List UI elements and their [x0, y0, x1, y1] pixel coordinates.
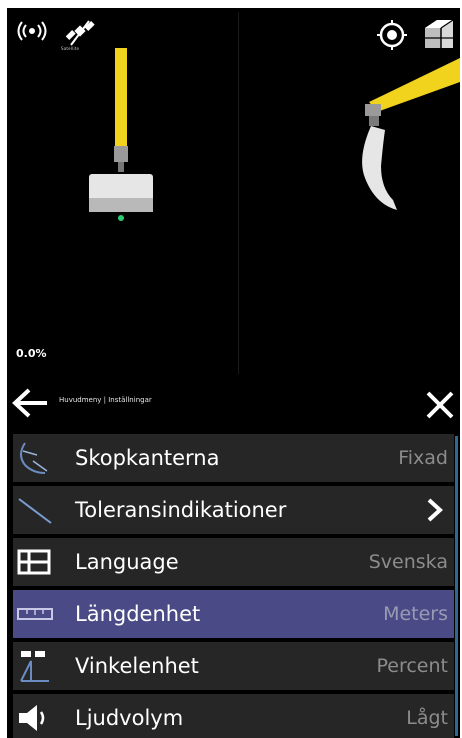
- menu-item-angle-unit[interactable]: Vinkelenhet Percent: [13, 642, 454, 690]
- scrollbar-thumb[interactable]: [455, 436, 458, 736]
- arrow-left-icon[interactable]: [11, 388, 49, 418]
- menu-item-value: Lågt: [406, 707, 448, 729]
- bucket-edge-icon: [20, 442, 48, 474]
- grade-percent-readout: 0.0%: [16, 347, 47, 360]
- breadcrumb: Huvudmeny | Inställningar: [59, 396, 152, 404]
- menu-item-label: Ljudvolym: [75, 706, 184, 730]
- satellite-caption: Satellite: [61, 46, 80, 51]
- menu-item-label: Längdenhet: [75, 602, 201, 626]
- language-table-icon: [17, 549, 51, 575]
- settings-list: Skopkanterna Fixad Toleransindikationer: [13, 434, 454, 738]
- angle-unit-icon: [20, 651, 49, 682]
- view-divider: [238, 12, 239, 374]
- menu-scrollbar[interactable]: [455, 436, 458, 736]
- menu-item-label: Skopkanterna: [75, 446, 220, 470]
- menu-item-value: Percent: [376, 655, 449, 677]
- 3d-view-icon[interactable]: [421, 16, 457, 52]
- bucket-edge: [89, 198, 153, 212]
- app-screen: Satellite 0.0% Huvudmeny | Inställningar…: [7, 8, 460, 738]
- speaker-icon: [19, 705, 45, 731]
- chevron-right-icon: [427, 498, 443, 522]
- ruler-icon: [17, 608, 53, 620]
- menu-item-label: Language: [75, 550, 179, 574]
- settings-menu-panel: Huvudmeny | Inställningar Skopkanterna F…: [7, 378, 460, 738]
- menu-item-bucket-edges[interactable]: Skopkanterna Fixad: [13, 434, 454, 482]
- arm-link: [118, 162, 124, 172]
- boom-arm: [369, 58, 460, 112]
- side-link: [369, 116, 379, 126]
- satellite-icon[interactable]: [63, 18, 97, 48]
- menu-item-tolerance-indications[interactable]: Toleransindikationer: [13, 486, 454, 534]
- menu-item-label: Vinkelenhet: [75, 654, 199, 678]
- target-icon[interactable]: [377, 20, 407, 50]
- menu-item-label: Toleransindikationer: [75, 498, 287, 522]
- tolerance-line-icon: [18, 498, 52, 524]
- side-joint: [365, 104, 381, 116]
- menu-item-length-unit[interactable]: Längdenhet Meters: [13, 590, 454, 638]
- excavator-front-view: [89, 48, 153, 221]
- arm-stick: [115, 48, 127, 152]
- menu-item-volume[interactable]: Ljudvolym Lågt: [13, 694, 454, 738]
- close-icon[interactable]: [425, 390, 455, 420]
- radio-signal-icon[interactable]: [15, 20, 49, 42]
- menu-item-value: Svenska: [368, 551, 448, 573]
- bucket-side: [362, 126, 397, 210]
- excavator-side-view: [362, 58, 460, 210]
- menu-item-language[interactable]: Language Svenska: [13, 538, 454, 586]
- menu-item-value: Fixad: [398, 447, 448, 469]
- menu-item-value: Meters: [383, 603, 448, 625]
- arm-joint: [114, 146, 128, 162]
- machine-viewport[interactable]: Satellite 0.0%: [7, 8, 460, 378]
- menu-header: Huvudmeny | Inställningar: [7, 378, 460, 428]
- bucket-center-marker: [118, 215, 124, 221]
